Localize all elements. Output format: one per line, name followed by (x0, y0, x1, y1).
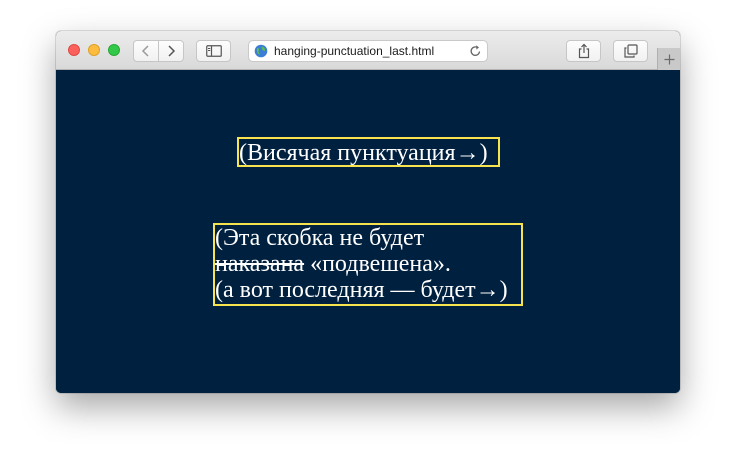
demo-text: (Висячая пунктуация→ (239, 140, 480, 166)
tabs-icon (623, 44, 638, 58)
tabs-overview-button[interactable] (613, 40, 648, 62)
url-text: hanging-punctuation_last.html (274, 44, 435, 58)
sidebar-toggle-button[interactable] (196, 40, 231, 62)
hanging-punctuation-demo-box: (Висячая пунктуация→) (237, 137, 500, 167)
paragraph-line-2: наказана «подвешена». (215, 251, 521, 277)
share-button[interactable] (566, 40, 601, 62)
browser-window: hanging-punctuation_last.html (Висячая п… (56, 31, 680, 393)
hanging-bracket: ) (479, 140, 488, 166)
minimize-window-button[interactable] (88, 44, 100, 56)
new-tab-button[interactable] (657, 48, 680, 70)
close-window-button[interactable] (68, 44, 80, 56)
chevron-left-icon (141, 45, 149, 57)
forward-button[interactable] (158, 40, 184, 62)
page-content: (Висячая пунктуация→) (Эта скобка не буд… (56, 70, 680, 393)
paragraph-line-3-text: (а вот последняя — будет→ (215, 277, 500, 303)
reload-icon[interactable] (469, 44, 482, 58)
globe-icon (254, 44, 268, 58)
plus-icon (664, 54, 674, 64)
address-bar[interactable]: hanging-punctuation_last.html (248, 40, 488, 62)
paragraph-demo-box: (Эта скобка не будет наказана «подвешена… (213, 223, 523, 306)
back-button[interactable] (133, 40, 159, 62)
struck-word: наказана (215, 251, 305, 277)
share-icon (578, 43, 589, 59)
paragraph-line-2-rest: «подвешена». (304, 251, 451, 277)
browser-toolbar: hanging-punctuation_last.html (56, 31, 680, 70)
paragraph-line-3: (а вот последняя — будет→) (215, 277, 521, 303)
zoom-window-button[interactable] (108, 44, 120, 56)
paragraph-line-1: (Эта скобка не будет (215, 225, 425, 251)
hanging-bracket-last: ) (499, 277, 508, 303)
sidebar-icon (205, 45, 222, 57)
chevron-right-icon (168, 45, 176, 57)
